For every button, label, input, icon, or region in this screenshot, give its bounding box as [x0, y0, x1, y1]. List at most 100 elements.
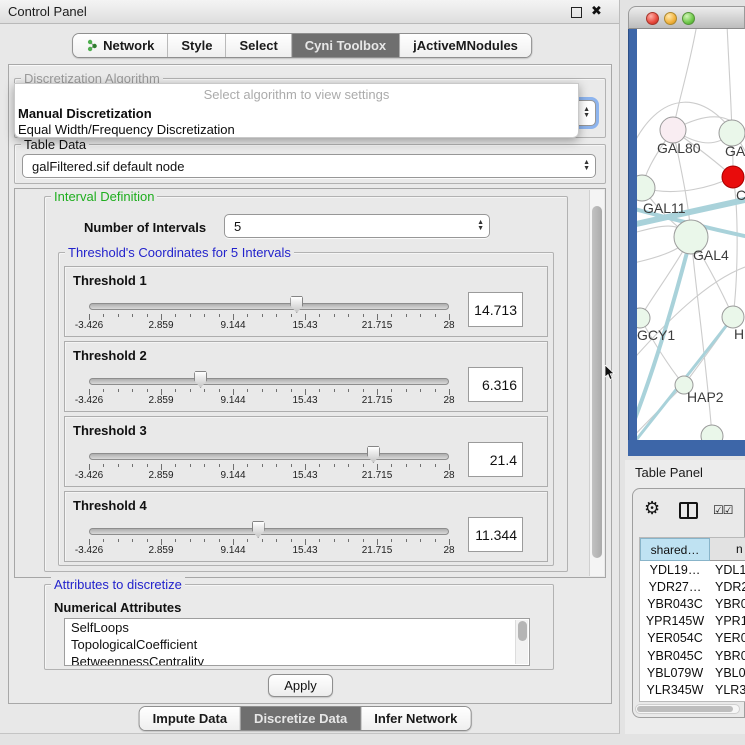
apply-button-label: Apply	[284, 678, 317, 693]
tab-cyni-toolbox[interactable]: Cyni Toolbox	[292, 34, 400, 57]
network-node[interactable]	[722, 166, 744, 188]
control-panel-titlebar: Control Panel ✖	[0, 0, 619, 24]
vertical-scrollbar-thumb[interactable]	[592, 206, 602, 558]
numerical-attributes-list[interactable]: SelfLoopsTopologicalCoefficientBetweenne…	[64, 618, 530, 666]
dropdown-placeholder-item[interactable]: Select algorithm to view settings	[15, 87, 578, 102]
tab-jactivemnodules[interactable]: jActiveMNodules	[400, 34, 531, 57]
slider-track[interactable]	[89, 453, 449, 460]
slider-tick	[319, 539, 320, 542]
interval-definition-title: Interval Definition	[51, 189, 157, 204]
attribute-list-item[interactable]: BetweennessCentrality	[65, 653, 529, 666]
zoom-traffic-light-icon[interactable]	[682, 12, 695, 25]
table-row[interactable]: YBR045CYBR0	[640, 647, 745, 664]
split-columns-icon[interactable]	[679, 502, 698, 519]
bottom-tab-impute-data[interactable]: Impute Data	[140, 707, 241, 730]
slider-tick	[348, 389, 349, 392]
slider-tick	[190, 389, 191, 392]
slider-tick	[291, 314, 292, 317]
slider-tick-label: 21.715	[362, 545, 393, 556]
table-row[interactable]: YBR043CYBR0	[640, 595, 745, 612]
table-cell: YDR27…	[640, 578, 710, 595]
table-row[interactable]: YIL053CYIL0	[640, 699, 745, 703]
threshold-4-box: Threshold 4-3.4262.8599.14415.4321.71528…	[64, 491, 548, 562]
bottom-tab-infer-network[interactable]: Infer Network	[361, 707, 470, 730]
network-node-label: GCY1	[637, 327, 675, 343]
slider-tick	[103, 539, 104, 542]
table-row[interactable]: YDR27…YDR2	[640, 578, 745, 595]
slider-thumb[interactable]	[367, 446, 380, 463]
close-icon[interactable]: ✖	[591, 3, 602, 19]
float-window-icon[interactable]	[571, 7, 582, 18]
minimize-traffic-light-icon[interactable]	[664, 12, 677, 25]
gear-icon[interactable]: ⚙	[644, 498, 660, 519]
slider-track[interactable]	[89, 378, 449, 385]
top-tab-bar: NetworkStyle Select Cyni Toolbox jActiveMNo…	[72, 33, 532, 58]
node-table[interactable]: shared…n YDL19…YDL1YDR27…YDR2YBR043CYBR0…	[639, 537, 745, 702]
slider-tick-label: 28	[443, 320, 454, 331]
tab-style[interactable]: Style	[168, 34, 226, 57]
slider-tick	[247, 314, 248, 317]
slider-tick	[118, 314, 119, 317]
slider-thumb[interactable]	[194, 371, 207, 388]
bottom-tab-discretize-data[interactable]: Discretize Data	[241, 707, 361, 730]
tab-select[interactable]: Select	[226, 34, 291, 57]
table-cell: YBL0	[710, 664, 745, 681]
slider-tick	[262, 539, 263, 542]
network-window-frame	[628, 440, 745, 456]
network-node-label: H	[734, 326, 744, 342]
tab-label: Select	[239, 38, 277, 53]
horizontal-scrollbar[interactable]	[635, 704, 740, 714]
apply-button[interactable]: Apply	[268, 674, 333, 697]
network-graph[interactable]: GAL80GACGAL11GAL4GCY1HHAP2	[637, 29, 745, 440]
number-of-intervals-label: Number of Intervals	[84, 220, 206, 235]
network-icon	[86, 39, 98, 52]
close-traffic-light-icon[interactable]	[646, 12, 659, 25]
table-row[interactable]: YPR145WYPR1	[640, 613, 745, 630]
slider-tick	[406, 389, 407, 392]
threshold-value-field[interactable]: 6.316	[468, 367, 523, 402]
attribute-list-item[interactable]: TopologicalCoefficient	[65, 636, 529, 653]
horizontal-scrollbar-thumb[interactable]	[637, 706, 733, 712]
table-row[interactable]: YBL079WYBL0	[640, 664, 745, 681]
network-node[interactable]	[637, 308, 650, 328]
network-node-label: HAP2	[687, 389, 724, 405]
network-node[interactable]	[701, 425, 723, 440]
slider-tick	[190, 314, 191, 317]
table-data-combobox[interactable]: galFiltered.sif default node ▲▼	[22, 154, 596, 178]
attribute-list-item[interactable]: SelfLoops	[65, 619, 529, 636]
threshold-value-field[interactable]: 21.4	[468, 442, 523, 477]
slider-tick-label: 2.859	[148, 320, 173, 331]
threshold-value-field[interactable]: 11.344	[468, 517, 523, 552]
slider-thumb[interactable]	[252, 521, 265, 538]
network-window-titlebar[interactable]	[628, 6, 745, 29]
slider-thumb[interactable]	[290, 296, 303, 313]
checkboxes-icon[interactable]: ☑☑	[713, 503, 733, 517]
table-row[interactable]: YLR345WYLR3	[640, 681, 745, 698]
tab-label: Cyni Toolbox	[305, 38, 386, 53]
table-column-header[interactable]: shared…	[640, 538, 710, 561]
table-row[interactable]: YER054CYER0	[640, 630, 745, 647]
slider-track[interactable]	[89, 528, 449, 535]
number-of-intervals-combobox[interactable]: 5 ▲▼	[224, 214, 490, 238]
slider-tick	[363, 314, 364, 317]
network-node-label: C	[736, 187, 745, 203]
dropdown-option-1[interactable]: Manual Discretization	[18, 106, 152, 121]
tab-network[interactable]: Network	[73, 34, 168, 57]
attributes-scrollbar[interactable]	[515, 620, 528, 664]
network-node[interactable]	[722, 306, 744, 328]
table-panel: Table Panel ⚙ ☑☑ shared…n YDL19…YDL1YDR2…	[625, 460, 745, 734]
table-row[interactable]: YDL19…YDL1	[640, 561, 745, 578]
dropdown-option-2[interactable]: Equal Width/Frequency Discretization	[18, 122, 235, 137]
table-cell: YPR1	[710, 613, 745, 630]
slider-tick	[103, 314, 104, 317]
table-column-header[interactable]: n	[710, 538, 745, 561]
network-node[interactable]	[637, 175, 655, 201]
threshold-value-field[interactable]: 14.713	[468, 292, 523, 327]
slider-tick	[132, 389, 133, 392]
slider-track[interactable]	[89, 303, 449, 310]
slider-tick	[420, 314, 421, 317]
vertical-scrollbar[interactable]	[589, 190, 604, 576]
network-canvas[interactable]: GAL80GACGAL11GAL4GCY1HHAP2	[637, 29, 745, 440]
slider-tick	[435, 389, 436, 392]
slider-tick	[334, 314, 335, 317]
